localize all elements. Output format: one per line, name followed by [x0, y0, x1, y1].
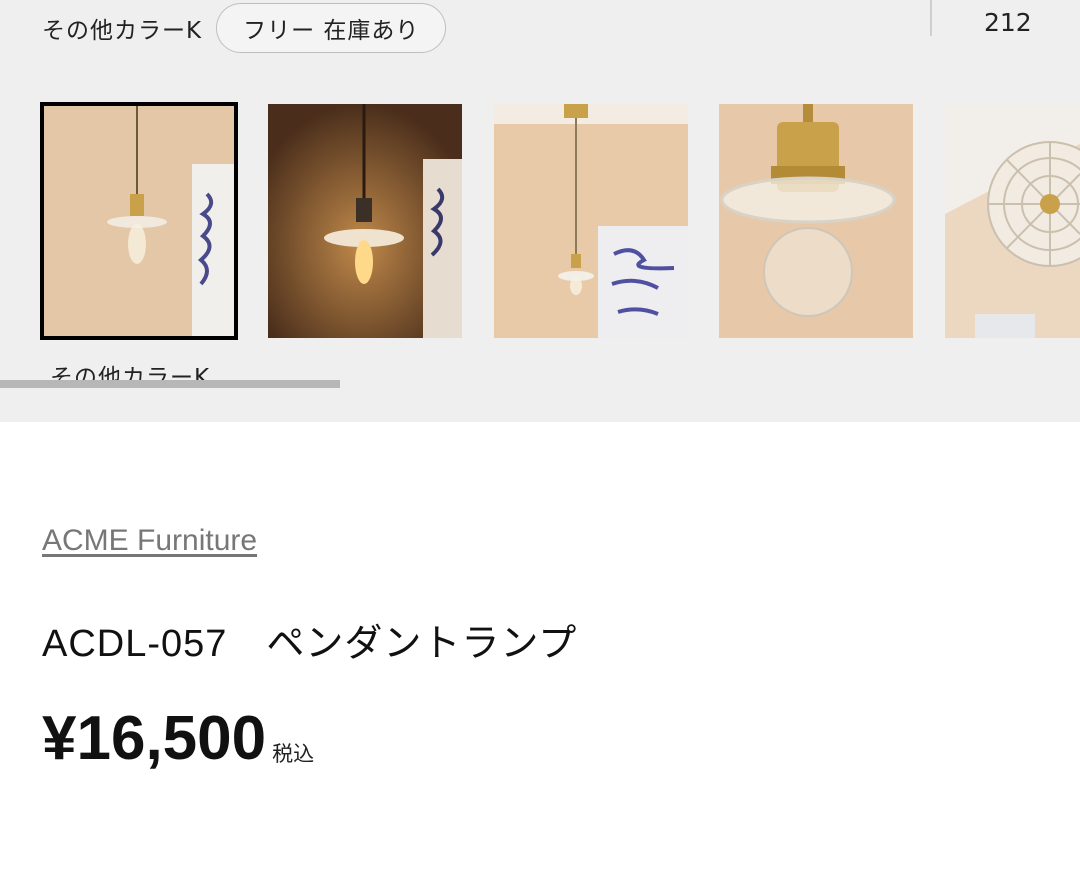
price-row: ¥16,500 税込 [42, 708, 314, 770]
thumbnail-5[interactable] [945, 104, 1080, 338]
pendant-lamp-photo-1 [42, 104, 236, 338]
tax-included-label: 税込 [272, 742, 315, 766]
variant-gallery-panel: その他カラーK フリー 在庫あり 212 その他カラーK [0, 0, 1080, 422]
gallery-scroll-thumb[interactable] [0, 380, 340, 388]
size-stock-button[interactable]: フリー 在庫あり [216, 3, 447, 53]
thumbnail-3[interactable] [494, 104, 688, 338]
price: ¥16,500 [42, 704, 267, 773]
color-label: その他カラーK [42, 18, 203, 44]
vertical-divider [930, 0, 932, 36]
thumbnail-4[interactable] [719, 104, 913, 338]
variant-row: その他カラーK フリー 在庫あり [42, 0, 447, 56]
thumbnail-1[interactable] [40, 102, 238, 340]
pendant-lamp-photo-4 [719, 104, 913, 338]
brand-link[interactable]: ACME Furniture [42, 524, 257, 558]
thumbnail-2[interactable] [268, 104, 462, 338]
product-title: ACDL-057 ペンダントランプ [42, 623, 578, 665]
pendant-lamp-photo-3 [494, 104, 688, 338]
gallery-scrollbar[interactable] [0, 380, 1080, 388]
pendant-lamp-photo-2 [268, 104, 462, 338]
item-count: 212 [984, 8, 1032, 37]
pendant-lamp-photo-5 [945, 104, 1080, 338]
